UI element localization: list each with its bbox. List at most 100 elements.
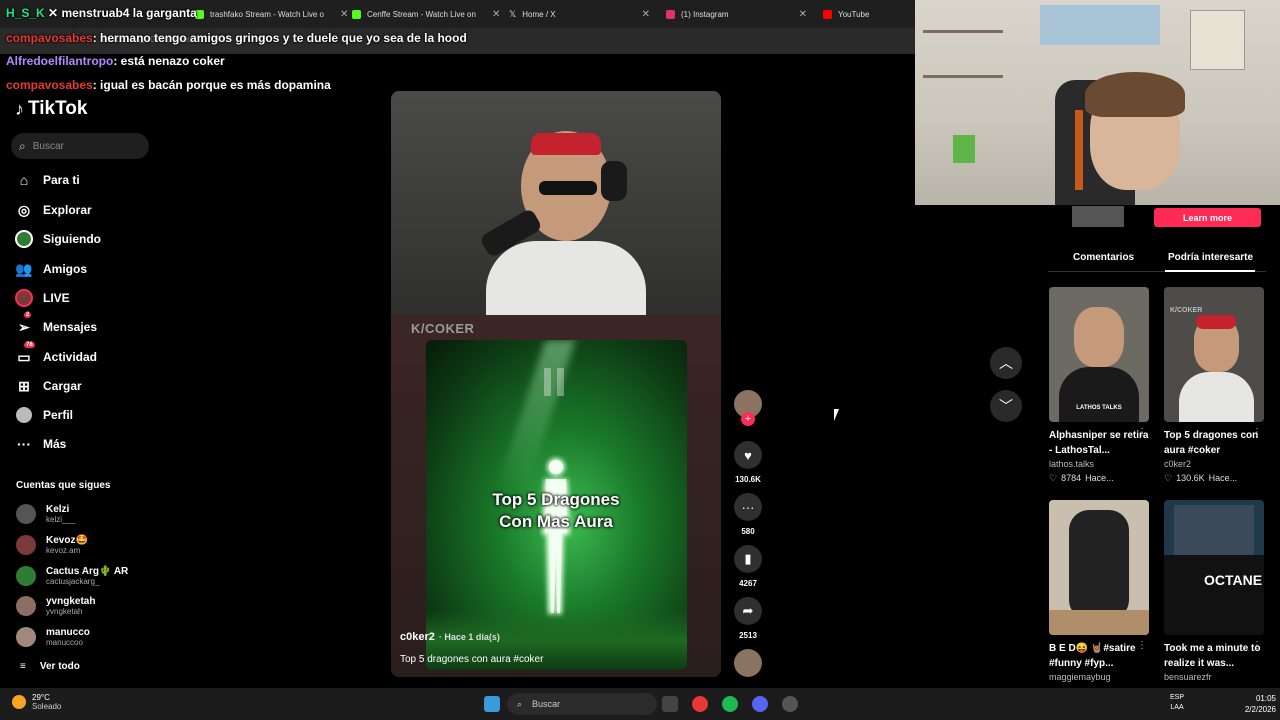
card-title: Took me a minute to realize it was... [1164, 643, 1261, 669]
thumbnail[interactable] [1072, 206, 1124, 227]
title-line-1: Top 5 Dragones [492, 490, 620, 509]
related-video-card[interactable]: LATHOS TALKS Alphasniper se retira - Lat… [1049, 287, 1149, 484]
card-age: Hace... [1085, 473, 1114, 483]
video-player[interactable]: K/COKER Top 5 Dragones Con Mas Aura c0ke… [391, 91, 721, 677]
previous-video-button[interactable]: ︿ [990, 347, 1022, 379]
like-button[interactable]: ♥ 130.6K [733, 441, 763, 484]
close-icon[interactable]: ✕ [642, 9, 650, 20]
card-author: maggiemaybug [1049, 672, 1111, 682]
follow-plus-icon[interactable]: + [741, 412, 755, 426]
followed-account[interactable]: manucco manuccoo [16, 623, 90, 651]
nav-item-explorar[interactable]: ◎ Explorar [15, 199, 92, 221]
discord-icon[interactable] [752, 696, 768, 712]
browser-tab[interactable]: trashfako Stream - Watch Live o ✕ [195, 4, 348, 24]
nav-label: Mensajes [43, 320, 98, 334]
tab-comments[interactable]: Comentarios [1073, 252, 1134, 263]
nav-item-mensajes[interactable]: ➢ 2 Mensajes [15, 312, 98, 338]
see-all-link[interactable]: ≡ Ver todo [20, 661, 80, 672]
browser-tab[interactable]: (1) Instagram ✕ [666, 4, 807, 24]
app-icon[interactable] [782, 696, 798, 712]
card-thumbnail [1049, 500, 1149, 635]
nav-item-live[interactable]: LIVE [15, 287, 70, 309]
related-video-card[interactable]: OCTANE Took me a minute to realize it wa… [1164, 500, 1264, 682]
active-tab-indicator [1165, 270, 1255, 272]
language-indicator[interactable]: ESP LAA [1170, 693, 1184, 713]
video-author[interactable]: c0ker2 · Hace 1 día(s) [400, 631, 500, 643]
activity-badge: 78 [24, 342, 35, 348]
more-options-icon[interactable]: ⋮ [1252, 640, 1262, 651]
friends-icon: 👥 [15, 260, 33, 277]
sunglasses-shape [539, 181, 597, 195]
related-video-card[interactable]: K/COKER Top 5 dragones con aura #coker c… [1164, 287, 1264, 484]
tab-label: YouTube [838, 9, 870, 19]
nav-item-para-ti[interactable]: ⌂ Para ti [15, 169, 80, 191]
weather-condition: Soleado [32, 702, 62, 711]
chat-text: : hermano tengo amigos gringos y te duel… [92, 31, 467, 45]
instagram-icon [666, 9, 675, 19]
followed-account[interactable]: Kelzi kelzi___ [16, 500, 75, 528]
heart-icon: ♡ [1164, 473, 1173, 483]
followed-account[interactable]: Kevoz🤩 kevoz.am [16, 531, 88, 559]
followed-account[interactable]: Cactus Arg🌵 AR cactusjackarg_ [16, 562, 128, 590]
live-icon [15, 289, 33, 307]
system-clock[interactable]: 01:05 2/2/2026 [1234, 693, 1276, 715]
sound-disc[interactable] [733, 649, 763, 677]
share-button[interactable]: ➦ 2513 [733, 597, 763, 640]
nav-item-perfil[interactable]: Perfil [15, 404, 73, 426]
close-icon[interactable]: ✕ [799, 9, 807, 20]
file-explorer-icon[interactable] [662, 696, 678, 712]
channel-label: H_S_K [6, 6, 45, 20]
browser-tab[interactable]: 𝕏 Home / X ✕ [509, 4, 650, 24]
card-age: Hace... [1208, 473, 1238, 483]
pause-icon[interactable] [544, 368, 564, 396]
chrome-icon[interactable] [692, 696, 708, 712]
nav-item-cargar[interactable]: ⊞ Cargar [15, 375, 82, 397]
list-icon: ≡ [20, 661, 26, 672]
nav-item-amigos[interactable]: 👥 Amigos [15, 258, 87, 280]
windows-start-icon[interactable] [484, 696, 500, 712]
post-age: · Hace 1 día(s) [438, 632, 500, 642]
learn-more-button[interactable]: Learn more [1154, 208, 1261, 227]
more-options-icon[interactable]: ⋮ [1252, 427, 1262, 438]
upload-icon: ⊞ [18, 377, 30, 394]
related-video-card[interactable]: B E D😝 🤘🏽#satire #funny #fyp... maggiema… [1049, 500, 1149, 682]
tab-related[interactable]: Podría interesarte [1168, 252, 1253, 263]
next-video-button[interactable]: ﹀ [990, 390, 1022, 422]
nav-item-mas[interactable]: ··· Más [15, 433, 66, 455]
heart-icon: ♥ [734, 441, 762, 469]
more-icon: ··· [17, 436, 31, 452]
avatar [16, 535, 36, 555]
close-icon[interactable]: ✕ [492, 9, 500, 20]
save-button[interactable]: ▮ 4267 [733, 545, 763, 588]
clock-date: 2/2/2026 [1244, 705, 1276, 714]
watermark: K/COKER [411, 321, 475, 336]
card-thumbnail: OCTANE [1164, 500, 1264, 635]
followed-account[interactable]: yvngketah yvngketah [16, 592, 95, 620]
card-title: Top 5 dragones con aura #coker [1164, 430, 1259, 456]
comment-button[interactable]: ··· 580 [733, 493, 763, 536]
author-name[interactable]: c0ker2 [400, 631, 435, 643]
tiktok-logo[interactable]: ♪ TikTok [15, 98, 87, 120]
clock-time: 01:05 [1255, 694, 1276, 703]
card-stats: ♡ 8784 Hace... [1049, 473, 1149, 484]
nav-label: Explorar [43, 203, 92, 217]
more-options-icon[interactable]: ⋮ [1137, 427, 1147, 438]
browser-tab[interactable]: Cenffe Stream - Watch Live on ✕ [352, 4, 500, 24]
lang-code: ESP [1170, 694, 1185, 701]
author-avatar-button[interactable]: + [733, 390, 763, 426]
nav-label: Actividad [43, 350, 98, 364]
spotify-icon[interactable] [722, 696, 738, 712]
weather-widget[interactable]: 29°C Soleado [12, 693, 61, 711]
nav-label: Siguiendo [43, 232, 101, 246]
nav-item-siguiendo[interactable]: Siguiendo [15, 228, 101, 250]
card-thumbnail: K/COKER [1164, 287, 1264, 422]
close-icon[interactable]: ✕ [340, 9, 348, 20]
nav-label: Amigos [43, 262, 88, 276]
cap-shape [531, 133, 601, 155]
browser-tab[interactable]: YouTube [823, 4, 869, 24]
avatar [16, 566, 36, 586]
more-options-icon[interactable]: ⋮ [1137, 640, 1147, 651]
search-input[interactable]: ⌕ Buscar [11, 133, 149, 159]
taskbar-search[interactable]: ⌕ Buscar [507, 693, 657, 715]
nav-item-actividad[interactable]: ▭ 78 Actividad [15, 342, 98, 368]
